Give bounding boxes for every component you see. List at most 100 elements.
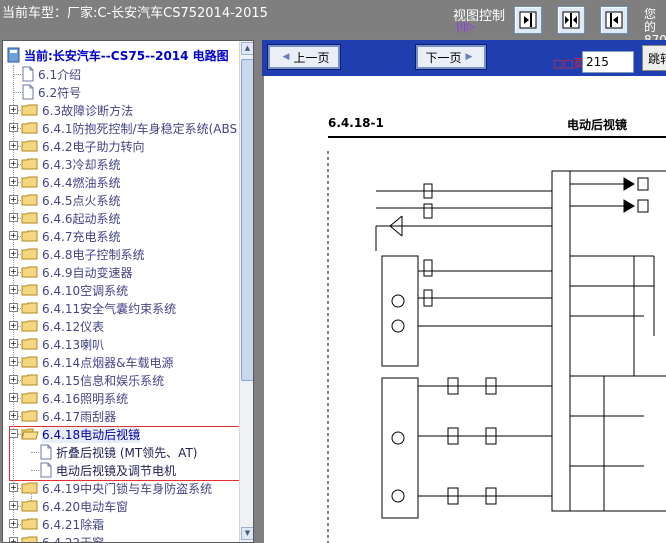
- tree-item-label: 6.4.5点火系统: [42, 193, 121, 208]
- tree-item[interactable]: +6.4.14点烟器&车载电源: [3, 353, 239, 371]
- tree-item[interactable]: +6.4.17雨刮器: [3, 407, 239, 425]
- tree-item[interactable]: 6.2符号: [3, 83, 239, 101]
- folder-icon: [21, 536, 38, 542]
- expand-icon[interactable]: +: [9, 501, 18, 510]
- expand-icon[interactable]: +: [9, 393, 18, 402]
- folder-icon: [21, 194, 38, 206]
- expand-icon[interactable]: +: [9, 141, 18, 150]
- expand-icon[interactable]: +: [9, 249, 18, 258]
- prev-page-button[interactable]: ◀ 上一页: [267, 44, 341, 70]
- tree-item[interactable]: +6.3故障诊断方法: [3, 101, 239, 119]
- expand-icon[interactable]: +: [9, 375, 18, 384]
- tree-item-label: 6.4.3冷却系统: [42, 157, 121, 172]
- expand-icon[interactable]: +: [9, 159, 18, 168]
- expand-icon[interactable]: +: [9, 213, 18, 222]
- tree-item-label: 6.4.2电子助力转向: [42, 139, 145, 154]
- tree-item[interactable]: 6.1介绍: [3, 65, 239, 83]
- view-control-marker-icon: |l|▷: [456, 20, 475, 33]
- split-view-button[interactable]: [557, 6, 585, 34]
- book-icon: [7, 47, 20, 63]
- scroll-down-icon[interactable]: ▼: [241, 527, 253, 540]
- document-icon: [22, 84, 34, 100]
- expand-icon[interactable]: +: [9, 105, 18, 114]
- expand-icon[interactable]: +: [9, 321, 18, 330]
- expand-icon[interactable]: +: [9, 177, 18, 186]
- tree-item-label: 6.4.12仪表: [42, 319, 105, 334]
- collapse-icon[interactable]: −: [9, 429, 18, 438]
- right-triangle-icon: ▶: [465, 52, 473, 62]
- tree-item[interactable]: +6.4.11安全气囊约束系统: [3, 299, 239, 317]
- tree-item[interactable]: +6.4.20电动车窗: [3, 497, 239, 515]
- tree-item[interactable]: +6.4.10空调系统: [3, 281, 239, 299]
- page-nav-bar: ◀ 上一页 下一页 ▶ □□页 跳转: [262, 40, 666, 76]
- tree-item[interactable]: +6.4.3冷却系统: [3, 155, 239, 173]
- expand-icon[interactable]: +: [9, 411, 18, 420]
- tree-item[interactable]: +6.4.21除霜: [3, 515, 239, 533]
- top-header: 当前车型：厂家:C-长安汽车CS752014-2015 视图控制 |l|▷ 您的…: [0, 0, 666, 47]
- scroll-thumb[interactable]: [241, 59, 253, 381]
- tree-item[interactable]: +6.4.12仪表: [3, 317, 239, 335]
- folder-icon: [21, 482, 38, 494]
- tree-item-label: 6.4.14点烟器&车载电源: [42, 355, 174, 370]
- collapse-right-pane-button[interactable]: [600, 6, 628, 34]
- expand-icon[interactable]: +: [9, 483, 18, 492]
- panel-left-arrow-icon: [605, 11, 623, 29]
- collapse-left-pane-button[interactable]: [514, 6, 542, 34]
- expand-icon[interactable]: +: [9, 303, 18, 312]
- next-page-button[interactable]: 下一页 ▶: [415, 44, 487, 70]
- schematic-viewer[interactable]: 6.4.18-1 电动后视镜: [264, 76, 666, 543]
- expand-icon[interactable]: +: [9, 537, 18, 542]
- tree-item-label: 6.4.17雨刮器: [42, 409, 117, 424]
- tree-scrollbar[interactable]: ▲ ▼: [239, 41, 253, 542]
- tree-item[interactable]: − 6.4.18电动后视镜: [3, 425, 239, 443]
- wiring-schematic: [327, 151, 666, 543]
- folder-icon: [21, 248, 38, 260]
- panel-split-arrows-icon: [562, 11, 580, 29]
- tree-child-item[interactable]: 电动后视镜及调节电机: [3, 461, 239, 479]
- tree-item[interactable]: +6.4.9自动变速器: [3, 263, 239, 281]
- expand-icon[interactable]: +: [9, 195, 18, 204]
- folder-icon: [21, 284, 38, 296]
- folder-icon: [21, 122, 38, 134]
- jump-button[interactable]: 跳转: [642, 45, 666, 71]
- open-folder-icon: [21, 428, 39, 440]
- expand-icon[interactable]: +: [9, 285, 18, 294]
- tree-item-label: 6.4.21除霜: [42, 517, 105, 532]
- scroll-up-icon[interactable]: ▲: [241, 42, 253, 55]
- tree-item[interactable]: +6.4.8电子控制系统: [3, 245, 239, 263]
- tree-item[interactable]: +6.4.22天窗: [3, 533, 239, 543]
- expand-icon[interactable]: +: [9, 519, 18, 528]
- tree-item-label: 6.4.9自动变速器: [42, 265, 133, 280]
- folder-icon: [21, 374, 38, 386]
- tree-item-label: 6.4.22天窗: [42, 535, 105, 543]
- expand-icon[interactable]: +: [9, 231, 18, 240]
- tree-item[interactable]: +6.4.6起动系统: [3, 209, 239, 227]
- tree-item-label: 6.4.19中央门锁与车身防盗系统: [42, 481, 213, 496]
- tree-item[interactable]: +6.4.5点火系统: [3, 191, 239, 209]
- tree-item-label: 6.4.4燃油系统: [42, 175, 121, 190]
- expand-icon[interactable]: +: [9, 339, 18, 348]
- document-icon: [22, 66, 34, 82]
- tree-item[interactable]: +6.4.15信息和娱乐系统: [3, 371, 239, 389]
- tree-item[interactable]: +6.4.13喇叭: [3, 335, 239, 353]
- tree-item-label: 电动后视镜及调节电机: [56, 463, 177, 478]
- document-icon: [40, 444, 52, 460]
- tree-item[interactable]: +6.4.2电子助力转向: [3, 137, 239, 155]
- tree-item[interactable]: +6.4.1防抱死控制/车身稳定系统(ABS: [3, 119, 239, 137]
- folder-icon: [21, 518, 38, 530]
- chapter-tree: 当前:长安汽车--CS75--2014 电路图 6.1介绍 6.2符号 +6.3故障…: [2, 40, 254, 543]
- folder-icon: [21, 212, 38, 224]
- tree-item[interactable]: +6.4.7充电系统: [3, 227, 239, 245]
- folder-icon: [21, 338, 38, 350]
- tree-item-label: 6.4.16照明系统: [42, 391, 129, 406]
- tree-root[interactable]: 当前:长安汽车--CS75--2014 电路图: [7, 46, 229, 64]
- left-triangle-icon: ◀: [282, 52, 290, 62]
- expand-icon[interactable]: +: [9, 357, 18, 366]
- tree-item[interactable]: +6.4.16照明系统: [3, 389, 239, 407]
- expand-icon[interactable]: +: [9, 267, 18, 276]
- page-number-input[interactable]: [582, 51, 634, 73]
- tree-item[interactable]: +6.4.19中央门锁与车身防盗系统: [3, 479, 239, 497]
- expand-icon[interactable]: +: [9, 123, 18, 132]
- tree-child-item[interactable]: 折叠后视镜 (MT领先、AT): [3, 443, 239, 461]
- tree-item[interactable]: +6.4.4燃油系统: [3, 173, 239, 191]
